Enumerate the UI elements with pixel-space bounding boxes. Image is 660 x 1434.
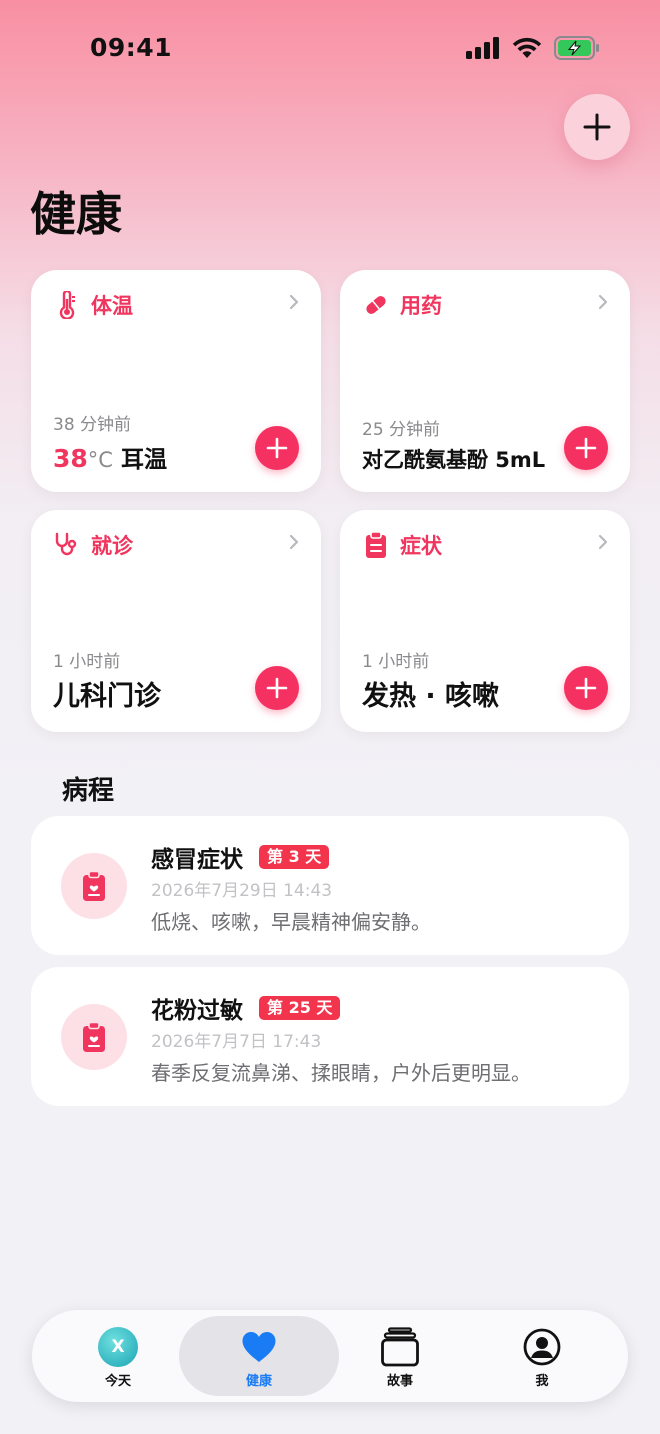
chevron-right-icon [289, 294, 299, 310]
add-record-button[interactable] [564, 94, 630, 160]
symptom-summary: 发热 · 咳嗽 [362, 681, 500, 712]
medication-card[interactable]: 用药 25 分钟前 对乙酰氨基酚 5mL [340, 270, 630, 492]
heart-icon [242, 1332, 276, 1362]
tab-icon [381, 1326, 419, 1368]
stories-stack-icon [381, 1327, 419, 1367]
plus-icon [583, 113, 611, 141]
episode-note: 低烧、咳嗽，早晨精神偏安静。 [151, 910, 431, 934]
clipboard-heart-icon [83, 1021, 105, 1052]
tab-me[interactable]: 我 [462, 1316, 622, 1396]
tab-today[interactable]: X 今天 [38, 1316, 198, 1396]
card-time: 38 分钟前 [53, 415, 132, 435]
thermometer-icon [53, 291, 81, 319]
plus-icon [266, 677, 288, 699]
tab-icon: X [98, 1326, 138, 1368]
temperature-reading: 38°C 耳温 [53, 440, 167, 474]
tab-stories[interactable]: 故事 [320, 1316, 480, 1396]
chevron-right-icon [598, 534, 608, 550]
clipboard-icon [362, 531, 390, 559]
episode-item[interactable]: 花粉过敏 第 25 天 2026年7月7日 17:43 春季反复流鼻涕、揉眼睛，… [31, 967, 629, 1106]
tab-label: 健康 [245, 1374, 272, 1389]
temperature-card[interactable]: 体温 38 分钟前 38°C 耳温 [31, 270, 321, 492]
add-visit-button[interactable] [255, 666, 299, 710]
signal-icon [466, 37, 499, 59]
day-badge: 第 3 天 [259, 845, 330, 869]
episode-icon [61, 1004, 127, 1070]
episode-note: 春季反复流鼻涕、揉眼睛，户外后更明显。 [151, 1061, 531, 1085]
tab-bar: X 今天 健康 故事 我 [32, 1310, 628, 1402]
card-time: 1 小时前 [362, 652, 430, 672]
card-time: 1 小时前 [53, 652, 121, 672]
status-time: 09:41 [90, 33, 173, 62]
episode-title-row: 花粉过敏 第 25 天 [151, 991, 341, 1025]
tab-health[interactable]: 健康 [179, 1316, 339, 1396]
status-icons [466, 36, 600, 60]
card-title: 症状 [400, 534, 442, 558]
tab-label: 今天 [104, 1374, 131, 1389]
temperature-value: 38 [53, 444, 88, 473]
episode-date: 2026年7月7日 17:43 [151, 1032, 322, 1052]
battery-charging-icon [554, 36, 599, 60]
temperature-unit: °C [87, 448, 113, 472]
card-title: 用药 [400, 294, 442, 318]
plus-icon [575, 437, 597, 459]
medication-name: 对乙酰氨基酚 5mL [362, 448, 546, 472]
plus-icon [266, 437, 288, 459]
plus-icon [575, 677, 597, 699]
card-header: 用药 [362, 290, 442, 320]
card-header: 就诊 [53, 530, 133, 560]
status-bar: 09:41 [0, 0, 660, 96]
temperature-method: 耳温 [120, 447, 167, 473]
add-symptom-button[interactable] [564, 666, 608, 710]
wifi-icon [512, 37, 542, 58]
section-title: 病程 [62, 776, 115, 806]
tab-icon [241, 1326, 277, 1368]
episode-item[interactable]: 感冒症状 第 3 天 2026年7月29日 14:43 低烧、咳嗽，早晨精神偏安… [31, 816, 629, 955]
card-header: 症状 [362, 530, 442, 560]
symptom-card[interactable]: 症状 1 小时前 发热 · 咳嗽 [340, 510, 630, 732]
tab-label: 我 [535, 1374, 549, 1389]
chevron-right-icon [289, 534, 299, 550]
episode-title: 花粉过敏 [151, 998, 243, 1024]
episode-icon [61, 853, 127, 919]
person-circle-icon [523, 1328, 561, 1366]
avatar: X [98, 1327, 138, 1367]
page-title: 健康 [30, 187, 122, 241]
card-title: 就诊 [91, 534, 133, 558]
add-temperature-button[interactable] [255, 426, 299, 470]
card-time: 25 分钟前 [362, 420, 441, 440]
visit-type: 儿科门诊 [53, 681, 161, 712]
visit-card[interactable]: 就诊 1 小时前 儿科门诊 [31, 510, 321, 732]
clipboard-heart-icon [83, 870, 105, 901]
tab-label: 故事 [386, 1374, 413, 1389]
tab-icon [523, 1326, 561, 1368]
card-header: 体温 [53, 290, 133, 320]
card-title: 体温 [91, 294, 133, 318]
chevron-right-icon [598, 294, 608, 310]
pill-icon [362, 291, 390, 319]
episode-title: 感冒症状 [151, 847, 243, 873]
stethoscope-icon [53, 531, 81, 559]
day-badge: 第 25 天 [259, 996, 341, 1020]
episode-title-row: 感冒症状 第 3 天 [151, 840, 330, 874]
episode-date: 2026年7月29日 14:43 [151, 881, 333, 901]
add-medication-button[interactable] [564, 426, 608, 470]
